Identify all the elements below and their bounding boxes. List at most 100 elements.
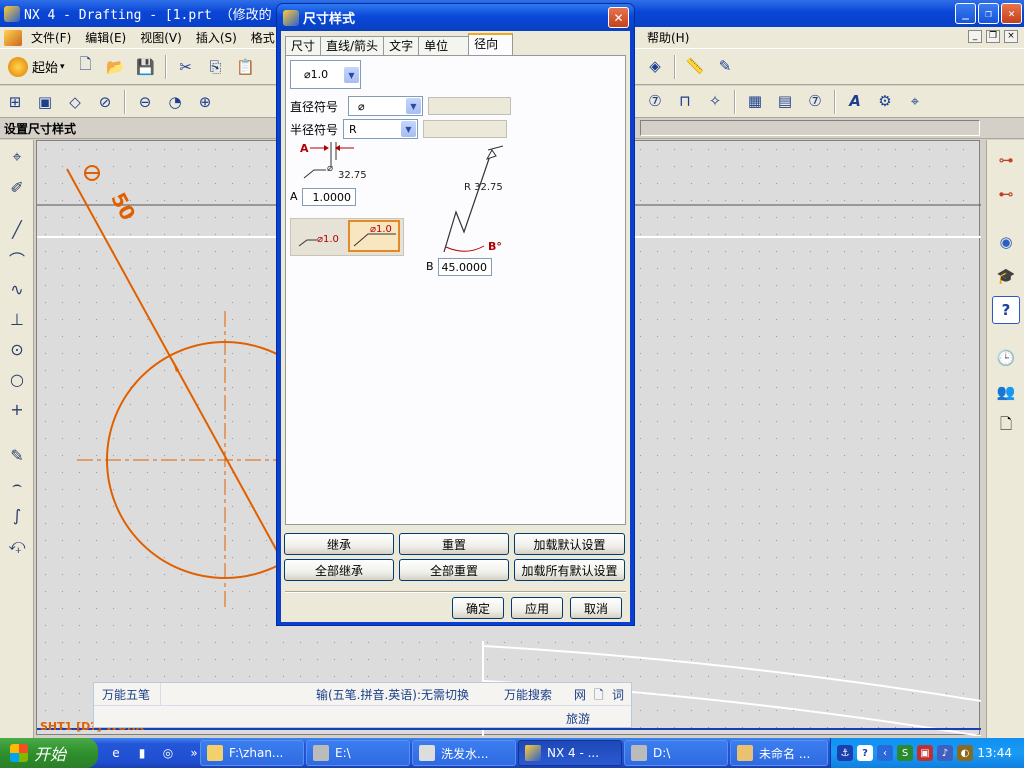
ime-net[interactable]: 网	[574, 686, 586, 703]
load-all-default-button[interactable]: 加载所有默认设置	[514, 559, 625, 581]
help-tray-icon[interactable]: ?	[857, 745, 873, 761]
tab-dimension[interactable]: 尺寸	[285, 36, 322, 55]
diameter-dim-icon[interactable]: ⊕	[193, 91, 217, 113]
doc-minimize-button[interactable]: _	[968, 30, 982, 43]
radius-symbol-select[interactable]: R ▼	[343, 119, 418, 139]
start-menu-button[interactable]: 起始 ▾	[8, 56, 65, 77]
training-icon[interactable]: 🎓	[992, 262, 1020, 290]
restore-button[interactable]: ❐	[978, 3, 999, 24]
ime-word[interactable]: 词	[612, 686, 624, 703]
diameter-symbol-text-field[interactable]	[428, 97, 511, 115]
angular-dim-icon[interactable]: ⊖	[133, 91, 157, 113]
spline-icon[interactable]: ∿	[4, 276, 30, 302]
task-paint[interactable]: 未命名 ...	[730, 740, 828, 766]
back-arrow-icon[interactable]: ‹	[877, 745, 893, 761]
menu-help[interactable]: 帮助(H)	[640, 28, 696, 48]
templates-icon[interactable]: 🗋	[992, 412, 1020, 440]
task-nx[interactable]: NX 4 - ...	[518, 740, 622, 766]
windows-start-button[interactable]: 开始	[0, 738, 98, 768]
save-icon[interactable]: 💾	[134, 56, 158, 78]
doc-restore-button[interactable]: ❐	[986, 30, 1000, 43]
roles-icon[interactable]: 👥	[992, 378, 1020, 406]
ok-button[interactable]: 确定	[452, 597, 504, 619]
preferences-icon[interactable]: ⚙	[873, 90, 897, 112]
view-icon[interactable]: ▣	[33, 91, 57, 113]
radius-dim-icon[interactable]: ◔	[163, 91, 187, 113]
show-desktop-icon[interactable]: ◎	[158, 743, 178, 763]
fillet-icon[interactable]: ⌢	[4, 472, 30, 498]
arc-icon[interactable]: ⌒	[4, 246, 30, 272]
parts-list-icon[interactable]: ▤	[773, 90, 797, 112]
task-drive-e[interactable]: E:\	[306, 740, 410, 766]
inherit-all-button[interactable]: 全部继承	[284, 559, 394, 581]
preview-format-select[interactable]: ⌀1.0 ▼	[290, 60, 361, 89]
ime-mode[interactable]: 输(五笔.拼音.英语):无需切换	[316, 686, 469, 703]
ime-search[interactable]: 万能搜索	[504, 686, 552, 703]
help-icon[interactable]: ?	[992, 296, 1020, 324]
new-sheet-icon[interactable]: ⊞	[3, 91, 27, 113]
media-icon[interactable]: ▮	[132, 743, 152, 763]
diameter-leader-line[interactable]	[66, 168, 278, 552]
apply-button[interactable]: 应用	[511, 597, 563, 619]
frame-icon[interactable]: ⊓	[673, 90, 697, 112]
antivirus-icon[interactable]: S	[897, 745, 913, 761]
inherit-button[interactable]: 继承	[284, 533, 394, 555]
menu-edit[interactable]: 编辑(E)	[78, 28, 133, 48]
offset-icon[interactable]: ⤽	[4, 532, 30, 558]
tray-misc-icon[interactable]: ◐	[957, 745, 973, 761]
pencil-icon[interactable]: ✎	[713, 55, 737, 77]
radius-symbol-text-field[interactable]	[423, 120, 507, 138]
load-default-button[interactable]: 加载默认设置	[514, 533, 625, 555]
dimension-icon[interactable]: ✎	[4, 442, 30, 468]
minimize-button[interactable]: _	[955, 3, 976, 24]
feature-control-icon[interactable]: ⑦	[643, 90, 667, 112]
balloon-icon[interactable]: ⑦	[803, 90, 827, 112]
cancel-button[interactable]: 取消	[570, 597, 622, 619]
ruler-icon[interactable]: 📏	[683, 55, 707, 77]
task-doc[interactable]: 洗发水...	[412, 740, 516, 766]
task-drive-d[interactable]: D:\	[624, 740, 728, 766]
placement-option-1[interactable]: ⌀1.0	[295, 222, 345, 252]
part-navigator-icon[interactable]: ⊷	[992, 180, 1020, 208]
line-icon[interactable]: ╱	[4, 216, 30, 242]
open-folder-icon[interactable]: 📂	[104, 56, 128, 78]
cut-icon[interactable]: ✂	[174, 56, 198, 78]
detail-icon[interactable]: ⊘	[93, 91, 117, 113]
close-window-button[interactable]: ✕	[1001, 3, 1022, 24]
tab-units[interactable]: 单位	[418, 36, 470, 55]
tab-text[interactable]: 文字	[383, 36, 420, 55]
origin-icon[interactable]: ⌖	[903, 90, 927, 112]
diameter-dim-text[interactable]: 50	[106, 188, 140, 224]
display-icon[interactable]: ◈	[643, 55, 667, 77]
network-icon[interactable]: ▣	[917, 745, 933, 761]
reset-all-button[interactable]: 全部重置	[399, 559, 509, 581]
table-icon[interactable]: ▦	[743, 90, 767, 112]
anchor-icon[interactable]: ⚓	[837, 745, 853, 761]
sketch-tools-icon[interactable]: ✐	[4, 174, 30, 200]
point-icon[interactable]: +	[4, 396, 30, 422]
web-browser-icon[interactable]: ◉	[992, 228, 1020, 256]
doc-close-button[interactable]: ×	[1004, 30, 1018, 43]
assembly-navigator-icon[interactable]: ⊶	[992, 146, 1020, 174]
placement-option-2[interactable]: ⌀1.0	[348, 220, 400, 252]
ime-name[interactable]: 万能五笔	[102, 686, 150, 703]
tangent-icon[interactable]: ⊥	[4, 306, 30, 332]
ime-travel[interactable]: 旅游	[566, 710, 590, 727]
menu-insert[interactable]: 插入(S)	[189, 28, 244, 48]
dialog-close-button[interactable]: ✕	[608, 7, 629, 28]
copy-icon[interactable]: ⎘	[204, 56, 228, 78]
paste-icon[interactable]: 📋	[234, 56, 258, 78]
ie-icon[interactable]: e	[106, 743, 126, 763]
task-folder-f[interactable]: F:\zhan...	[200, 740, 304, 766]
b-value-field[interactable]: 45.0000	[438, 258, 492, 276]
a-value-field[interactable]: 1.0000	[302, 188, 356, 206]
weld-icon[interactable]: ✧	[703, 90, 727, 112]
history-icon[interactable]: 🕒	[992, 344, 1020, 372]
circle-icon[interactable]: ⊙	[4, 336, 30, 362]
trim-icon[interactable]: ∫	[4, 502, 30, 528]
section-icon[interactable]: ◇	[63, 91, 87, 113]
ime-doc-icon[interactable]: 🗋	[594, 686, 604, 707]
diameter-symbol-select[interactable]: ⌀ ▼	[348, 96, 423, 116]
tab-radial[interactable]: 径向	[468, 33, 514, 55]
menu-view[interactable]: 视图(V)	[133, 28, 189, 48]
